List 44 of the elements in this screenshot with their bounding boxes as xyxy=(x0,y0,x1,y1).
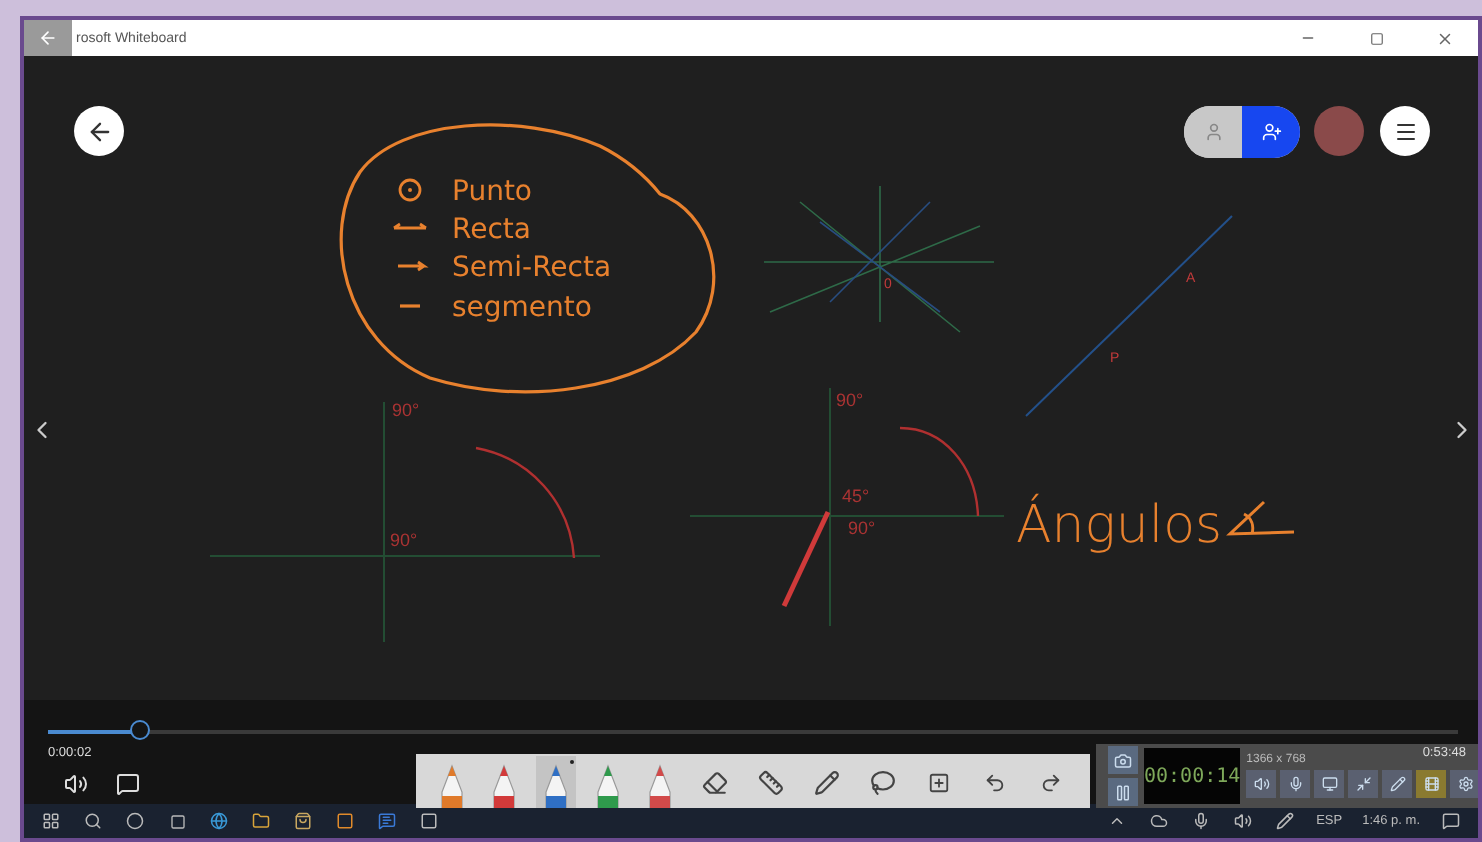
handwritten-heading: Ángulos xyxy=(1016,496,1223,556)
avatar[interactable] xyxy=(1314,106,1364,156)
pause-icon[interactable] xyxy=(1108,778,1138,806)
handwritten-text: segmento xyxy=(452,292,592,324)
close-icon xyxy=(1435,29,1453,47)
view-toggle[interactable] xyxy=(1184,106,1300,158)
user-icon xyxy=(1203,122,1223,142)
volume-icon[interactable] xyxy=(60,770,92,798)
restore-icon xyxy=(1369,31,1383,45)
minimize-arrows-icon[interactable] xyxy=(1348,770,1379,798)
angle-label: 90° xyxy=(390,530,418,550)
line-symbol-icon xyxy=(392,222,428,230)
angle-arc-drawing xyxy=(899,426,980,517)
speaker-icon[interactable] xyxy=(1246,770,1277,798)
angle-label: 90° xyxy=(392,400,420,420)
menu-button[interactable] xyxy=(1380,106,1430,156)
back-arrow-icon xyxy=(85,117,113,145)
back-button[interactable] xyxy=(74,106,124,156)
camera-icon[interactable] xyxy=(1108,746,1138,774)
settings-icon[interactable] xyxy=(1450,770,1478,798)
recording-timer: 00:00:14 xyxy=(1144,748,1241,804)
handwritten-text: Semi-Recta xyxy=(452,252,612,284)
pencil-icon[interactable] xyxy=(1382,770,1413,798)
ray-symbol-icon xyxy=(396,260,429,272)
captions-icon[interactable] xyxy=(112,770,144,798)
angle-label: 45° xyxy=(842,486,870,506)
pen-tool[interactable] xyxy=(536,756,576,808)
toggle-option[interactable] xyxy=(1184,106,1242,158)
progress-thumb[interactable] xyxy=(129,720,150,740)
handwritten-text: Recta xyxy=(452,214,531,246)
slanted-line-drawing xyxy=(781,510,831,608)
angle-label: 90° xyxy=(848,518,876,538)
angle-arc-drawing xyxy=(475,446,576,559)
add-user-icon xyxy=(1261,122,1281,142)
monitor-icon[interactable] xyxy=(1314,770,1345,798)
microphone-icon[interactable] xyxy=(1280,770,1311,798)
angle-symbol-icon xyxy=(1228,500,1296,536)
film-icon[interactable] xyxy=(1416,770,1447,798)
point-symbol-icon xyxy=(398,178,422,202)
angle-label: 90° xyxy=(836,390,864,410)
menu-icon xyxy=(1393,119,1417,143)
toggle-option[interactable] xyxy=(1242,106,1300,158)
back-arrow-icon xyxy=(38,28,58,48)
handwritten-text: Punto xyxy=(452,176,532,208)
